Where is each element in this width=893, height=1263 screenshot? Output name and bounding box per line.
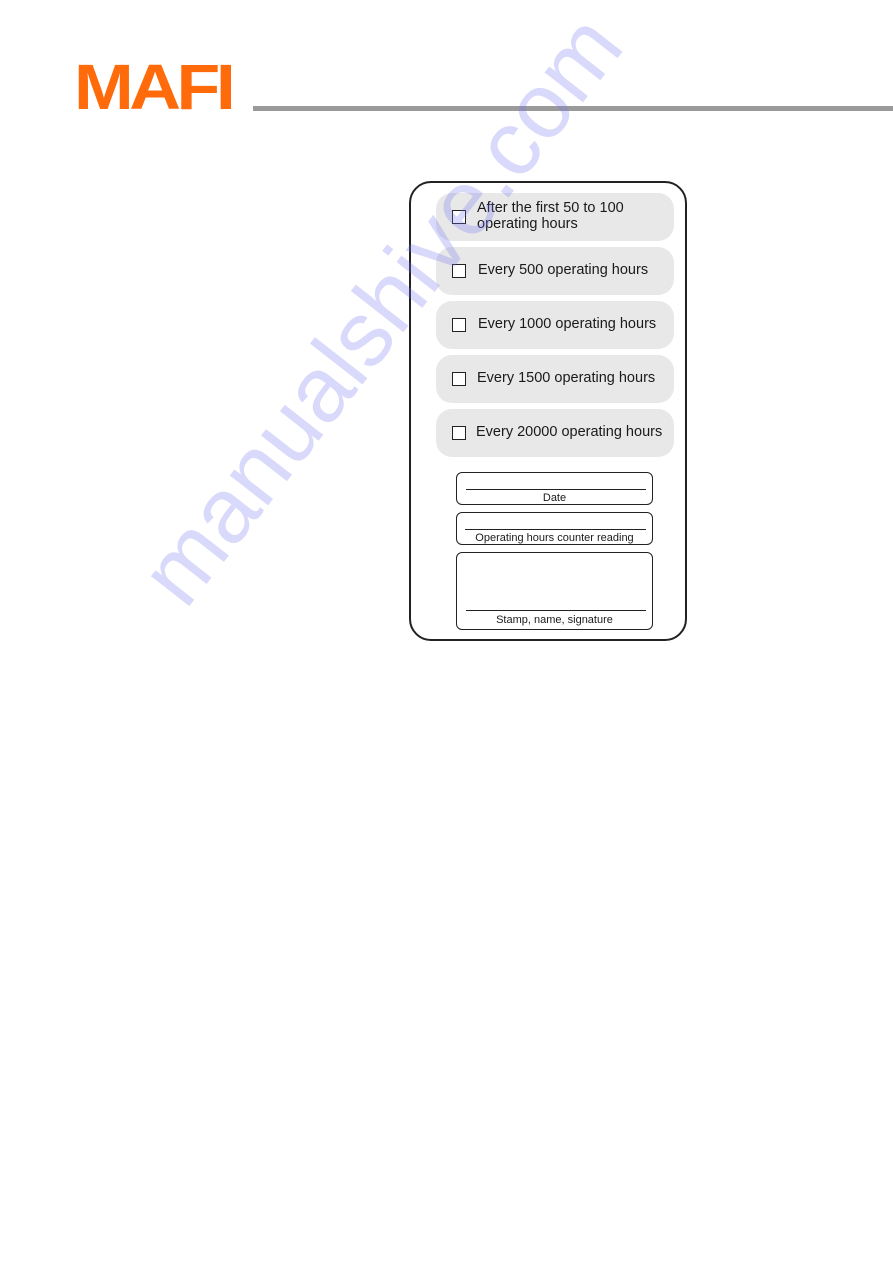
date-field[interactable]: Date (456, 472, 653, 505)
interval-first-50-100[interactable]: After the first 50 to 100 operating hour… (436, 193, 674, 241)
hours-counter-field[interactable]: Operating hours counter reading (456, 512, 653, 545)
date-entry-line (466, 489, 646, 490)
interval-500[interactable]: Every 500 operating hours (436, 247, 674, 295)
interval-20000[interactable]: Every 20000 operating hours (436, 409, 674, 457)
hours-counter-entry-line (465, 529, 646, 530)
signature-label: Stamp, name, signature (496, 614, 613, 626)
mafi-logo: MAFI (74, 54, 250, 120)
interval-label-line1: After the first 50 to 100 (477, 200, 624, 216)
checkbox-icon[interactable] (452, 372, 466, 386)
checkbox-icon[interactable] (452, 264, 466, 278)
interval-1500[interactable]: Every 1500 operating hours (436, 355, 674, 403)
checkbox-icon[interactable] (452, 426, 466, 440)
hours-counter-label: Operating hours counter reading (475, 532, 634, 544)
header-divider (253, 106, 893, 111)
interval-label: After the first 50 to 100 operating hour… (477, 200, 624, 232)
date-label: Date (542, 492, 567, 504)
checkbox-icon[interactable] (452, 318, 466, 332)
interval-label: Every 20000 operating hours (476, 424, 663, 440)
interval-label: Every 1500 operating hours (477, 370, 656, 386)
brand-name: MAFI (74, 51, 236, 123)
interval-label-line2: operating hours (477, 216, 578, 232)
interval-label: Every 1000 operating hours (478, 316, 657, 332)
checkbox-icon[interactable] (452, 210, 466, 224)
signature-field[interactable]: Stamp, name, signature (456, 552, 653, 630)
interval-1000[interactable]: Every 1000 operating hours (436, 301, 674, 349)
signature-entry-line (466, 610, 646, 611)
interval-label: Every 500 operating hours (478, 262, 649, 278)
